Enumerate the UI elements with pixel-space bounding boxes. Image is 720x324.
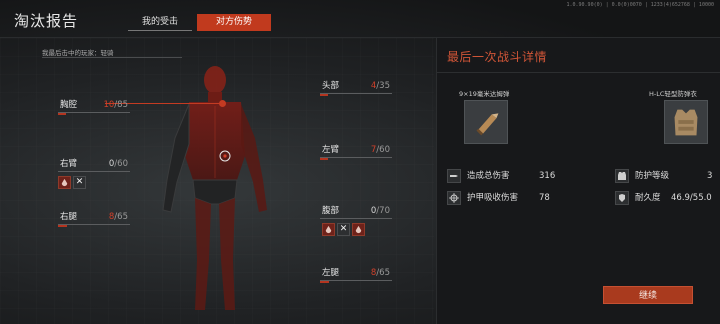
bullet-icon [447, 169, 461, 183]
part-abdomen: 腹部 0/70 [320, 205, 392, 219]
part-right-leg: 右腿 8/65 [58, 211, 130, 227]
tab-my-hits[interactable]: 我的受击 [128, 14, 192, 31]
body-figure [162, 66, 267, 310]
stat-durability: 耐久度 46.9/55.0 [615, 189, 720, 207]
hp-bar [58, 113, 67, 115]
part-hp: 10/85 [103, 100, 128, 110]
panel-title: 最后一次战斗详情 [447, 50, 548, 64]
part-hp: 8/65 [370, 268, 390, 278]
last-battle-panel: 最后一次战斗详情 9×19毫米达姆弹 H-LC轻型防弹衣 造成总伤害 316 护… [436, 38, 720, 324]
abdomen-injuries: ✕ [322, 223, 365, 237]
part-name: 左臂 [322, 145, 340, 155]
divider [42, 57, 182, 58]
armor-vest-icon [674, 109, 698, 136]
part-left-arm: 左臂 7/60 [320, 144, 392, 160]
bleeding-icon[interactable] [352, 223, 365, 236]
stat-armor-absorbed: 护甲吸收伤害 78 [447, 189, 567, 207]
durability-icon [615, 191, 629, 205]
part-chest: 胸腔 10/85 [58, 99, 130, 115]
part-name: 右臂 [60, 159, 78, 169]
hp-bar [320, 158, 329, 160]
part-name: 左腿 [322, 268, 340, 278]
part-name: 胸腔 [60, 100, 78, 110]
stat-protection-level: 防护等级 3 [615, 167, 715, 185]
weapon-name: 9×19毫米达姆弹 [459, 90, 510, 98]
ammo-slot[interactable] [464, 100, 508, 144]
hp-bar [320, 281, 329, 283]
bleeding-icon[interactable] [58, 176, 71, 189]
part-name: 腹部 [322, 206, 340, 216]
part-hp: 8/65 [108, 212, 128, 222]
killer-label: 我最后击中的玩家：轻骑 [42, 49, 114, 57]
hp-bar [320, 94, 329, 96]
vest-icon [615, 169, 629, 183]
part-hp: 7/60 [370, 145, 390, 155]
part-hp: 0/70 [370, 206, 390, 216]
part-head: 头部 4/35 [320, 80, 392, 96]
fracture-icon[interactable]: ✕ [337, 223, 350, 236]
divider [437, 72, 720, 73]
stat-total-damage: 造成总伤害 316 [447, 167, 567, 185]
armor-slot[interactable] [664, 100, 708, 144]
ammo-icon [476, 113, 499, 136]
page-title: 淘汰报告 [14, 12, 79, 30]
right-arm-injuries: ✕ [58, 176, 86, 190]
chest-hit-marker [219, 100, 226, 107]
armor-name: H-LC轻型防弹衣 [649, 90, 697, 98]
part-name: 右腿 [60, 212, 78, 222]
top-bar: 淘汰报告 我的受击 对方伤势 1.0.90.90(0) | 0.0(0)0070… [0, 0, 720, 38]
fracture-icon[interactable]: ✕ [73, 176, 86, 189]
part-hp: 0/60 [108, 159, 128, 169]
continue-button[interactable]: 继续 [603, 286, 693, 304]
bleeding-icon[interactable] [322, 223, 335, 236]
tab-enemy-injuries[interactable]: 对方伤势 [197, 14, 271, 31]
part-right-arm: 右臂 0/60 [58, 158, 130, 172]
part-hp: 4/35 [370, 81, 390, 91]
crosshair-icon [447, 191, 461, 205]
version-text: 1.0.90.90(0) | 0.0(0)0070 | 1233(4)65276… [566, 2, 714, 8]
hp-bar [58, 225, 67, 227]
part-name: 头部 [322, 81, 340, 91]
part-left-leg: 左腿 8/65 [320, 267, 392, 283]
